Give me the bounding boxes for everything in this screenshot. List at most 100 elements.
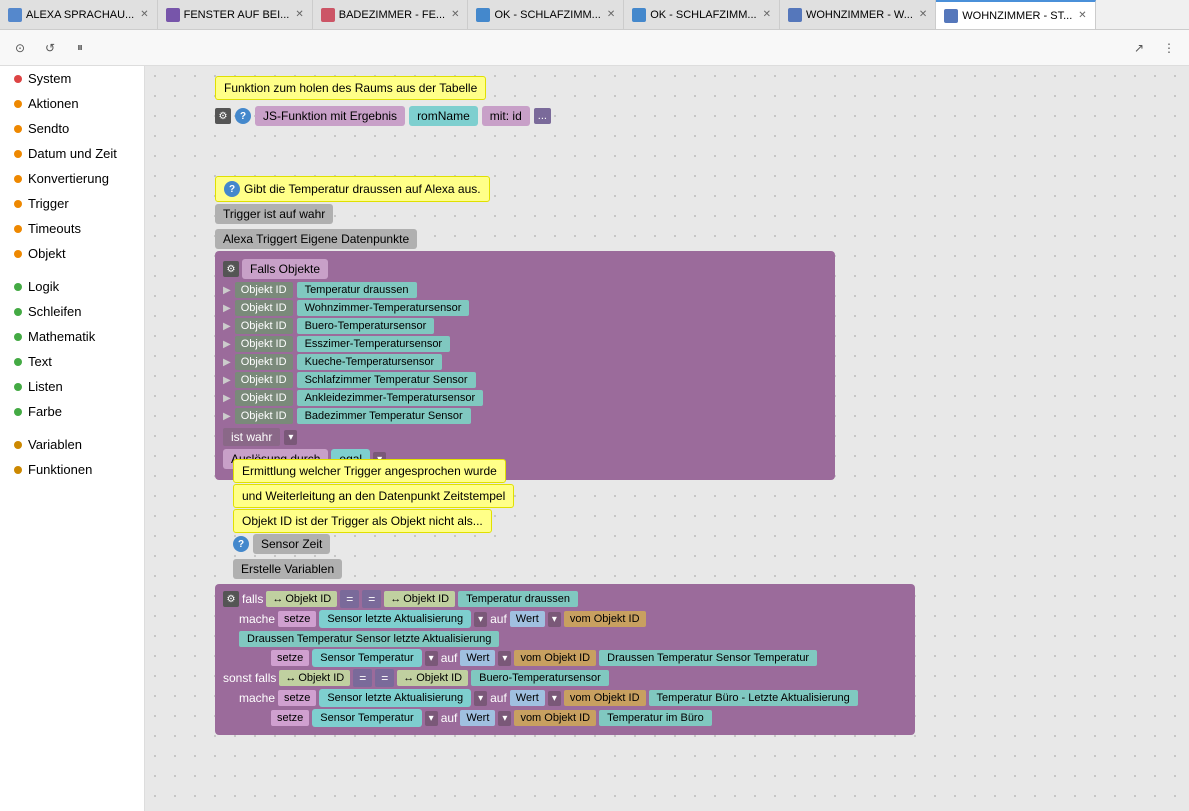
sidebar-item-trigger[interactable]: Trigger — [0, 191, 144, 216]
falls-objekte-section[interactable]: ⚙ Falls Objekte ▶ Objekt ID Temperatur d… — [215, 251, 835, 480]
tab-close-wohn2[interactable]: ✕ — [1078, 10, 1086, 21]
tab-icon-wohn2 — [944, 9, 958, 23]
tab-fenster[interactable]: FENSTER AUF BEI... ✕ — [158, 0, 313, 30]
more-button[interactable]: ⋮ — [1157, 36, 1181, 60]
buero-temp-val: Buero-Temperatursensor — [471, 670, 609, 686]
sidebar-label-konvertierung: Konvertierung — [28, 171, 109, 186]
canvas-area[interactable]: Funktion zum holen des Raums aus der Tab… — [145, 66, 1189, 811]
obj-val-0[interactable]: Temperatur draussen — [297, 282, 417, 298]
sidebar-item-aktionen[interactable]: Aktionen — [0, 91, 144, 116]
comment-block-2[interactable]: ? Gibt die Temperatur draussen auf Alexa… — [215, 176, 490, 202]
ist-wahr-dropdown[interactable]: ▾ — [284, 430, 297, 445]
sidebar-item-logik[interactable]: Logik — [0, 274, 144, 299]
tab-close-alexa[interactable]: ✕ — [140, 9, 148, 20]
sidebar-item-variablen[interactable]: Variablen — [0, 432, 144, 457]
sidebar-item-mathematik[interactable]: Mathematik — [0, 324, 144, 349]
obj-id-falls2: Objekt ID — [403, 593, 449, 605]
sidebar-item-objekt[interactable]: Objekt — [0, 241, 144, 266]
comment-block-5[interactable]: Objekt ID ist der Trigger als Objekt nic… — [233, 509, 492, 533]
sensor-temp-dropdown[interactable]: ▾ — [425, 651, 438, 666]
sidebar: System Aktionen Sendto Datum und Zeit Ko… — [0, 66, 145, 811]
tab-wohn2[interactable]: WOHNZIMMER - ST... ✕ — [936, 0, 1095, 30]
sidebar-item-farbe[interactable]: Farbe — [0, 399, 144, 424]
tab-alexa[interactable]: ALEXA SPRACHAU... ✕ — [0, 0, 158, 30]
comment-block-1[interactable]: Funktion zum holen des Raums aus der Tab… — [215, 76, 486, 100]
auf-label-2: auf — [441, 651, 458, 665]
sensor-temp-dropdown-4[interactable]: ▾ — [425, 711, 438, 726]
obj-val-2[interactable]: Buero-Temperatursensor — [297, 318, 435, 334]
sensor-temp-label-4: Sensor Temperatur — [312, 709, 421, 727]
sidebar-item-sendto[interactable]: Sendto — [0, 116, 144, 141]
comment-block-4[interactable]: und Weiterleitung an den Datenpunkt Zeit… — [233, 484, 514, 508]
sensor-letzt-dropdown[interactable]: ▾ — [474, 612, 487, 627]
tab-close-bad[interactable]: ✕ — [451, 9, 459, 20]
tab-close-ok1[interactable]: ✕ — [607, 9, 615, 20]
sidebar-dot-text — [14, 358, 22, 366]
tab-bad[interactable]: BADEZIMMER - FE... ✕ — [313, 0, 469, 30]
obj-val-1[interactable]: Wohnzimmer-Temperatursensor — [297, 300, 470, 316]
tab-close-wohn1[interactable]: ✕ — [919, 9, 927, 20]
tab-ok2[interactable]: OK - SCHLAFZIMM... ✕ — [624, 0, 780, 30]
export-button[interactable]: ↗ — [1127, 36, 1151, 60]
setze-label-1: setze — [278, 611, 316, 627]
obj-row-7: ▶ Objekt ID Badezimmer Temperatur Sensor — [223, 408, 827, 424]
temp-im-buero-val: Temperatur im Büro — [599, 710, 712, 726]
sidebar-label-logik: Logik — [28, 279, 59, 294]
wert-dropdown-3[interactable]: ▾ — [548, 691, 561, 706]
tab-icon-ok2 — [632, 8, 646, 22]
obj-val-6[interactable]: Ankleidezimmer-Temperatursensor — [297, 390, 484, 406]
obj-val-3[interactable]: Esszimer-Temperatursensor — [297, 336, 451, 352]
tab-wohn1[interactable]: WOHNZIMMER - W... ✕ — [780, 0, 936, 30]
sensor-letzt-label-1: Sensor letzte Aktualisierung — [319, 610, 471, 628]
falls-objekte-row: ⚙ Falls Objekte — [223, 259, 827, 279]
target-button[interactable]: ⊙ — [8, 36, 32, 60]
wert-dropdown-4[interactable]: ▾ — [498, 711, 511, 726]
sidebar-item-datum[interactable]: Datum und Zeit — [0, 141, 144, 166]
trigger-ist-label: Trigger ist auf wahr — [215, 204, 333, 224]
sensor-zeit-block[interactable]: ? Sensor Zeit — [233, 534, 330, 554]
obj-row-6: ▶ Objekt ID Ankleidezimmer-Temperatursen… — [223, 390, 827, 406]
sidebar-item-system[interactable]: System — [0, 66, 144, 91]
wert-dropdown[interactable]: ▾ — [548, 612, 561, 627]
sidebar-item-timeouts[interactable]: Timeouts — [0, 216, 144, 241]
arrow-4: ▶ — [223, 357, 231, 368]
mache-label-1: mache — [239, 612, 275, 626]
obj-id-5: Objekt ID — [235, 372, 293, 388]
tab-close-ok2[interactable]: ✕ — [763, 9, 771, 20]
sidebar-label-objekt: Objekt — [28, 246, 66, 261]
obj-val-7[interactable]: Badezimmer Temperatur Sensor — [297, 408, 471, 424]
alexa-trigger-block[interactable]: Alexa Triggert Eigene Datenpunkte — [215, 229, 417, 249]
sidebar-label-listen: Listen — [28, 379, 63, 394]
wert-dropdown-2[interactable]: ▾ — [498, 651, 511, 666]
trigger-ist-block[interactable]: Trigger ist auf wahr — [215, 204, 333, 224]
obj-id-sonst: Objekt ID — [298, 672, 344, 684]
erstelle-var-block[interactable]: Erstelle Variablen — [233, 559, 342, 579]
setze-label-2: setze — [271, 650, 309, 666]
pause-button[interactable]: ⏸ — [68, 36, 92, 60]
eq-op-2: = — [362, 590, 381, 608]
obj-val-4[interactable]: Kueche-Temperatursensor — [297, 354, 443, 370]
sidebar-item-funktionen[interactable]: Funktionen — [0, 457, 144, 482]
obj-row-2: ▶ Objekt ID Buero-Temperatursensor — [223, 318, 827, 334]
falls-condition-block[interactable]: ⚙ falls ↔ Objekt ID = = ↔ Objekt ID Temp… — [215, 584, 915, 735]
sidebar-item-text[interactable]: Text — [0, 349, 144, 374]
sidebar-item-listen[interactable]: Listen — [0, 374, 144, 399]
obj-id-6: Objekt ID — [235, 390, 293, 406]
comment-text-4: und Weiterleitung an den Datenpunkt Zeit… — [242, 489, 505, 503]
js-function-block[interactable]: ⚙ ? JS-Funktion mit Ergebnis romName mit… — [215, 106, 551, 126]
sidebar-label-farbe: Farbe — [28, 404, 62, 419]
tab-ok1[interactable]: OK - SCHLAFZIMM... ✕ — [468, 0, 624, 30]
sidebar-item-schleifen[interactable]: Schleifen — [0, 299, 144, 324]
tab-icon-fenster — [166, 8, 180, 22]
sensor-letzt-dropdown-3[interactable]: ▾ — [474, 691, 487, 706]
sidebar-dot-aktionen — [14, 100, 22, 108]
refresh-button[interactable]: ↺ — [38, 36, 62, 60]
mache-row-2: setze Sensor Temperatur ▾ auf Wert ▾ vom… — [271, 649, 907, 667]
comment-block-3[interactable]: Ermittlung welcher Trigger angesprochen … — [233, 459, 506, 483]
sidebar-label-timeouts: Timeouts — [28, 221, 81, 236]
obj-val-5[interactable]: Schlafzimmer Temperatur Sensor — [297, 372, 476, 388]
sidebar-item-konvertierung[interactable]: Konvertierung — [0, 166, 144, 191]
arrow-7: ▶ — [223, 411, 231, 422]
js-dots[interactable]: ... — [534, 108, 551, 124]
tab-close-fenster[interactable]: ✕ — [295, 9, 303, 20]
